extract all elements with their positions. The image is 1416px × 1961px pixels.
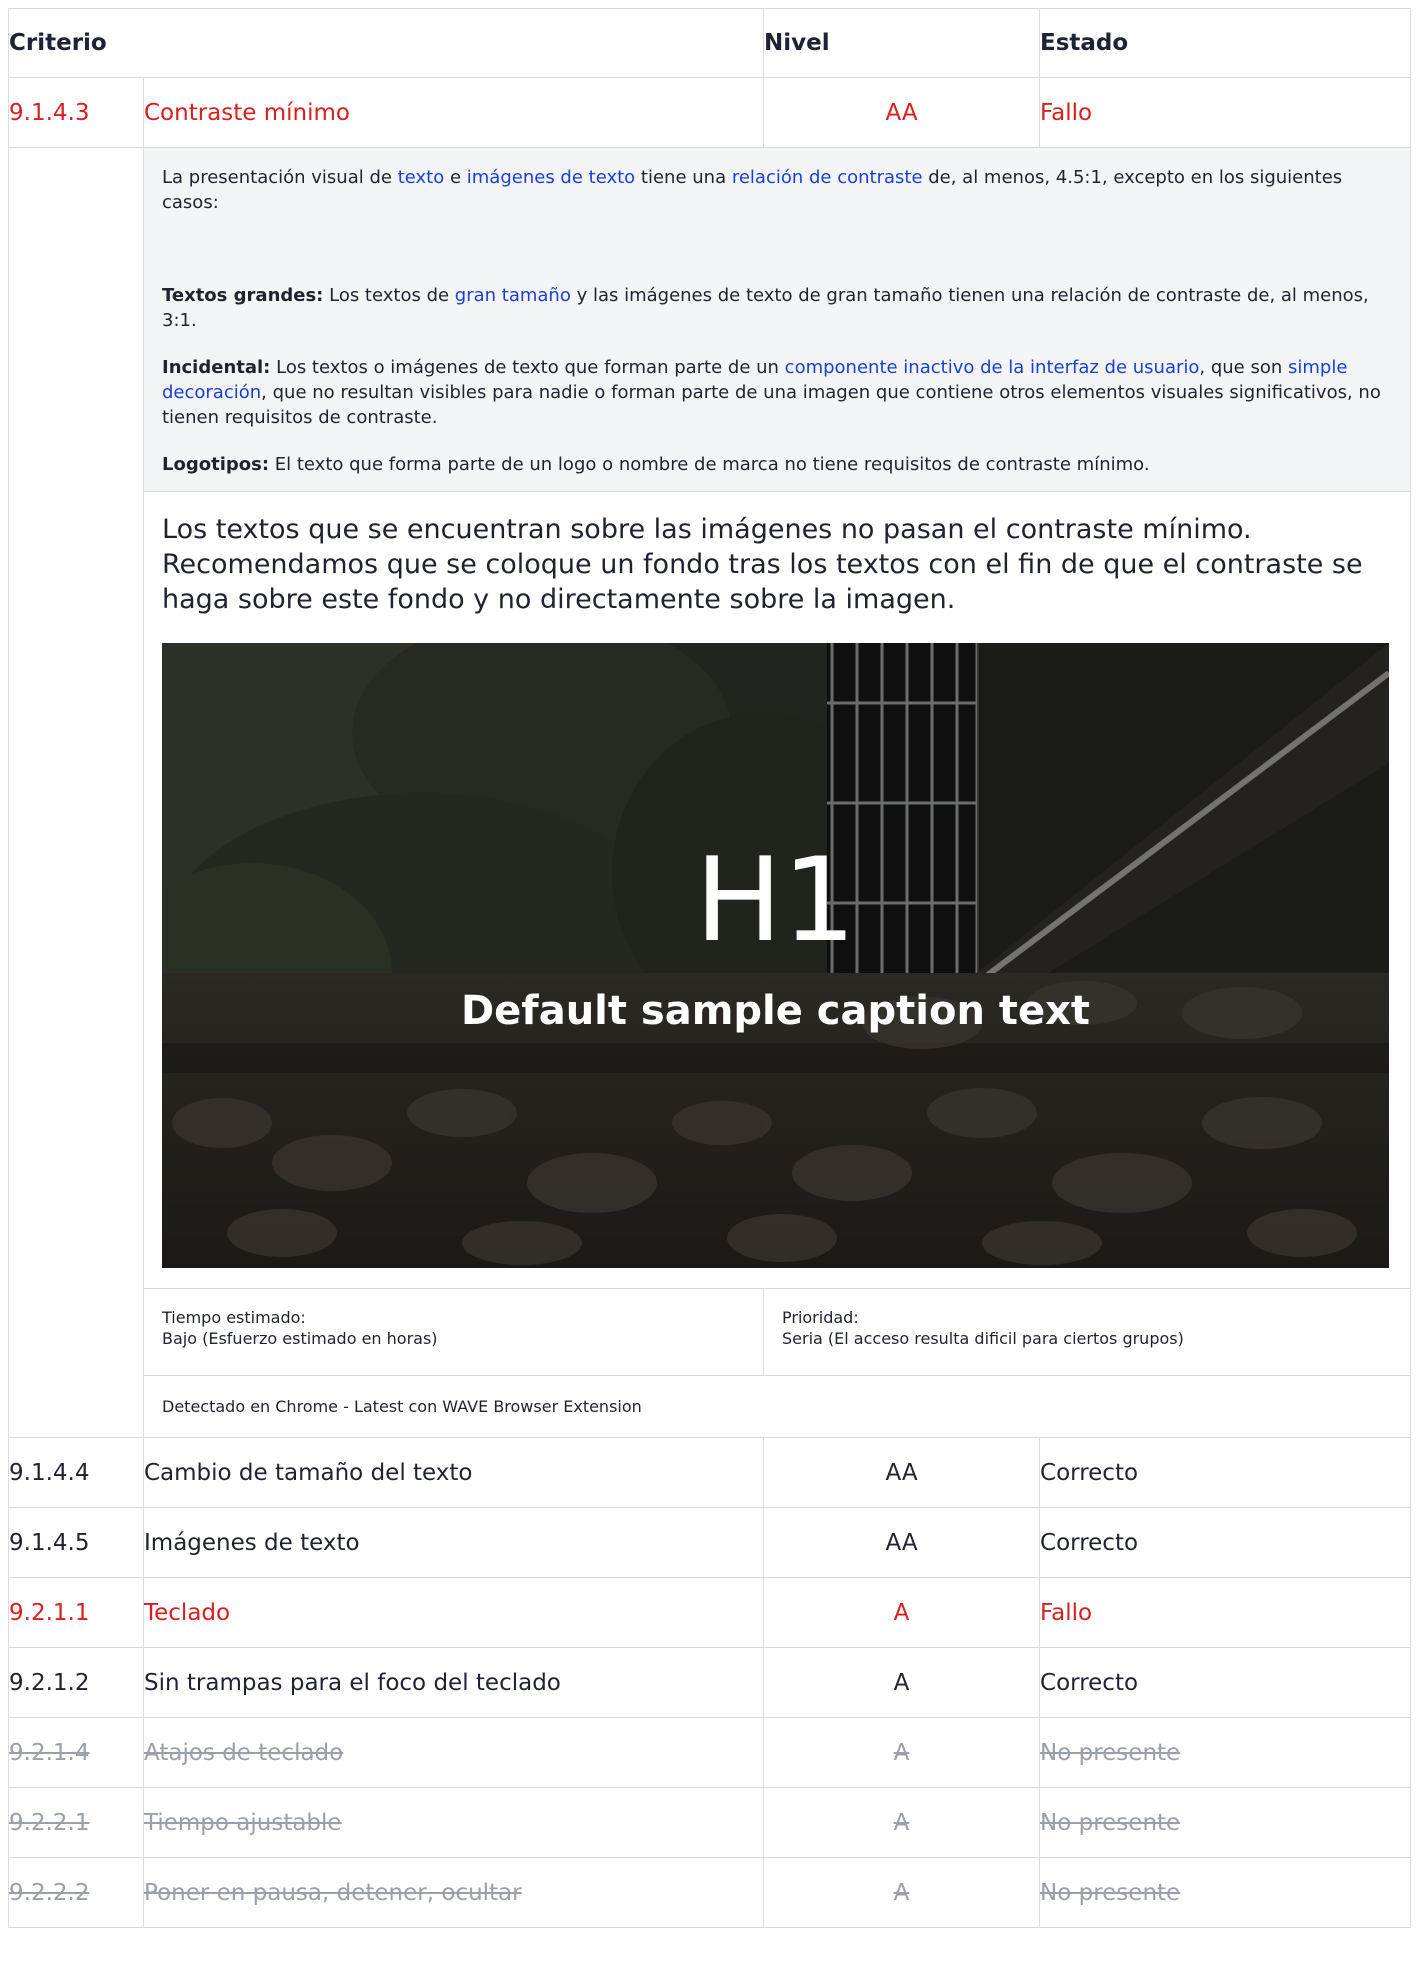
detail-indent xyxy=(8,147,144,1438)
criterion-status: No presente xyxy=(1039,1857,1412,1928)
auditor-comment: Los textos que se encuentran sobre las i… xyxy=(144,491,1411,643)
criterion-status: Fallo xyxy=(1039,1577,1412,1648)
criterion-status: Correcto xyxy=(1039,1647,1412,1718)
criterion-id: 9.2.2.2 xyxy=(8,1857,144,1928)
criterion-id: 9.1.4.3 xyxy=(8,77,144,148)
criterion-status: Fallo xyxy=(1039,77,1412,148)
criterion-status: No presente xyxy=(1039,1717,1412,1788)
definition-incidental: Incidental: Los textos o imágenes de tex… xyxy=(162,357,1381,428)
criterion-id: 9.2.2.1 xyxy=(8,1787,144,1858)
evidence-image: H1 Default sample caption text xyxy=(162,643,1389,1268)
criterion-level: AA xyxy=(763,1437,1041,1508)
definition-large-text: Textos grandes: Los textos de gran tamañ… xyxy=(162,285,1369,331)
criterion-level: A xyxy=(763,1717,1041,1788)
table-row[interactable]: 9.2.2.1 Tiempo ajustable A No presente xyxy=(8,1787,1412,1858)
criterion-name[interactable]: Imágenes de texto xyxy=(142,1507,765,1578)
criterion-id: 9.2.1.1 xyxy=(8,1577,144,1648)
table-row-expanded[interactable]: 9.1.4.3 Contraste mínimo AA Fallo xyxy=(8,77,1412,148)
image-caption-text: Default sample caption text xyxy=(460,988,1091,1034)
criterion-id: 9.2.1.2 xyxy=(8,1647,144,1718)
table-row[interactable]: 9.2.2.2 Poner en pausa, detener, ocultar… xyxy=(8,1857,1412,1928)
priority-value: Seria (El acceso resulta dificil para ci… xyxy=(782,1329,1184,1348)
table-row[interactable]: 9.2.1.4 Atajos de teclado A No presente xyxy=(8,1717,1412,1788)
criterion-name[interactable]: Contraste mínimo xyxy=(142,77,765,148)
link-imagenes-de-texto[interactable]: imágenes de texto xyxy=(467,167,635,188)
criterion-level: A xyxy=(763,1577,1041,1648)
detected-in: Detectado en Chrome - Latest con WAVE Br… xyxy=(144,1375,1411,1437)
criterion-level: A xyxy=(763,1647,1041,1718)
link-gran-tamano[interactable]: gran tamaño xyxy=(455,285,571,306)
definition-intro: La presentación visual de texto e imágen… xyxy=(162,167,1343,213)
priority-label: Prioridad: xyxy=(782,1308,859,1327)
criterion-name[interactable]: Atajos de teclado xyxy=(142,1717,765,1788)
table-header: Criterio Nivel Estado xyxy=(7,8,1412,78)
table-row[interactable]: 9.2.1.1 Teclado A Fallo xyxy=(8,1577,1412,1648)
criterion-status: Correcto xyxy=(1039,1437,1412,1508)
criterion-level: A xyxy=(763,1787,1041,1858)
definition-logos: Logotipos: El texto que forma parte de u… xyxy=(162,454,1150,475)
criteria-table: Criterio Nivel Estado 9.1.4.3 Contraste … xyxy=(7,8,1412,1928)
criterion-level: AA xyxy=(763,1507,1041,1578)
estimated-time-label: Tiempo estimado: xyxy=(162,1308,306,1327)
evidence-image-wrapper: H1 Default sample caption text xyxy=(144,643,1410,1288)
criterion-id: 9.1.4.4 xyxy=(8,1437,144,1508)
criterion-level: AA xyxy=(763,77,1041,148)
criterion-detail-row: La presentación visual de texto e imágen… xyxy=(8,147,1412,1438)
estimated-time: Tiempo estimado: Bajo (Esfuerzo estimado… xyxy=(144,1289,764,1375)
criterion-definition: La presentación visual de texto e imágen… xyxy=(144,148,1411,491)
link-relacion-de-contraste[interactable]: relación de contraste xyxy=(732,167,923,188)
priority: Prioridad: Seria (El acceso resulta difi… xyxy=(764,1289,1411,1375)
criterion-name[interactable]: Poner en pausa, detener, ocultar xyxy=(142,1857,765,1928)
header-criterio: Criterio xyxy=(7,8,765,78)
link-texto[interactable]: texto xyxy=(398,167,445,188)
estimated-time-value: Bajo (Esfuerzo estimado en horas) xyxy=(162,1329,438,1348)
page: Criterio Nivel Estado 9.1.4.3 Contraste … xyxy=(0,0,1416,1961)
criterion-id: 9.1.4.5 xyxy=(8,1507,144,1578)
table-row[interactable]: 9.2.1.2 Sin trampas para el foco del tec… xyxy=(8,1647,1412,1718)
header-estado: Estado xyxy=(1039,8,1412,78)
criterion-name[interactable]: Sin trampas para el foco del teclado xyxy=(142,1647,765,1718)
criterion-status: No presente xyxy=(1039,1787,1412,1858)
table-row[interactable]: 9.1.4.5 Imágenes de texto AA Correcto xyxy=(8,1507,1412,1578)
criterion-id: 9.2.1.4 xyxy=(8,1717,144,1788)
criterion-name[interactable]: Tiempo ajustable xyxy=(142,1787,765,1858)
criterion-name[interactable]: Teclado xyxy=(142,1577,765,1648)
table-row[interactable]: 9.1.4.4 Cambio de tamaño del texto AA Co… xyxy=(8,1437,1412,1508)
criterion-meta: Tiempo estimado: Bajo (Esfuerzo estimado… xyxy=(144,1288,1411,1375)
criterion-detail: La presentación visual de texto e imágen… xyxy=(142,147,1412,1438)
link-componente-inactivo[interactable]: componente inactivo de la interfaz de us… xyxy=(785,357,1200,378)
image-heading-text: H1 xyxy=(694,833,857,968)
criterion-name[interactable]: Cambio de tamaño del texto xyxy=(142,1437,765,1508)
header-nivel: Nivel xyxy=(763,8,1041,78)
criterion-status: Correcto xyxy=(1039,1507,1412,1578)
criterion-level: A xyxy=(763,1857,1041,1928)
